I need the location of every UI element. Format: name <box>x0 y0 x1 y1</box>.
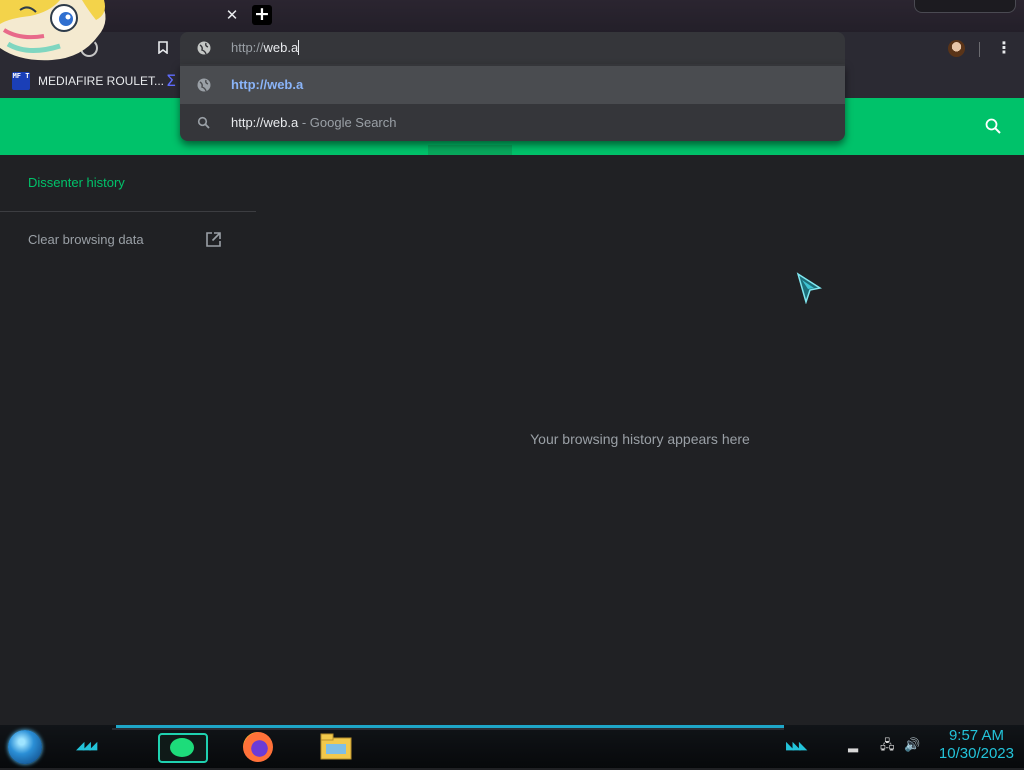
mascot-sticker-image <box>0 0 106 61</box>
profile-avatar[interactable] <box>948 40 965 57</box>
new-tab-button[interactable]: + <box>252 5 272 25</box>
suggestion-url-text: http://web.a <box>231 77 304 92</box>
tab-close-icon[interactable]: ✕ <box>224 6 240 24</box>
chevron-decoration-icon: ◢◢◢ <box>76 739 97 752</box>
menu-icon[interactable]: ⋮ <box>996 40 1012 56</box>
clock-time: 9:57 AM <box>948 727 1004 744</box>
suggestion-search-text: http://web.a - Google Search <box>231 115 397 130</box>
taskbar-app-area <box>112 728 784 770</box>
show-desktop-icon[interactable]: ▂ <box>848 738 864 754</box>
address-bar[interactable]: http://web.a <box>180 32 845 64</box>
bookmark-icon[interactable] <box>158 41 168 54</box>
clear-browsing-data-link[interactable]: Clear browsing data <box>28 232 144 247</box>
mediafire-roulette-favicon: MF T <box>12 72 30 90</box>
sigma-bookmark-icon[interactable]: Σ <box>166 72 176 90</box>
network-icon[interactable]: 🖧 <box>880 738 896 754</box>
messages-app-icon[interactable] <box>158 733 208 763</box>
window-frame-decoration <box>914 0 1016 13</box>
external-link-icon[interactable] <box>205 231 222 248</box>
globe-icon <box>197 78 211 92</box>
empty-history-message: Your browsing history appears here <box>530 431 750 447</box>
taskbar: ◢◢◢ ◣◣◣ ▂ 🖧 🔊 9:57 AM 10/30/2023 <box>0 725 1024 768</box>
mouse-cursor-icon <box>796 272 822 304</box>
chat-bubble-icon <box>170 738 194 757</box>
chevron-decoration-icon: ◣◣◣ <box>786 739 807 752</box>
address-typed-text: web.a <box>263 40 299 55</box>
sidebar-divider <box>0 211 256 212</box>
bookmark-label: MEDIAFIRE ROULET... <box>38 74 165 88</box>
omnibox-suggestions: http://web.a http://web.a - Google Searc… <box>180 64 845 141</box>
firefox-icon[interactable] <box>243 732 273 762</box>
clock-date: 10/30/2023 <box>938 745 1014 762</box>
header-tab-indicator <box>428 145 512 155</box>
address-scheme: http:// <box>231 40 264 55</box>
suggestion-suffix: - Google Search <box>298 115 397 130</box>
search-icon <box>197 116 210 129</box>
system-clock[interactable]: 9:57 AM 10/30/2023 <box>939 727 1014 763</box>
volume-icon[interactable]: 🔊 <box>904 738 920 754</box>
text-caret <box>298 40 300 55</box>
suggestion-url[interactable]: http://web.a <box>180 66 845 104</box>
start-button[interactable] <box>8 730 42 764</box>
globe-icon <box>197 41 211 55</box>
toolbar-divider <box>979 42 980 57</box>
address-input[interactable]: http://web.a <box>231 40 300 55</box>
tab-strip: ✕ + <box>0 0 1024 32</box>
suggestion-query: http://web.a <box>231 115 299 130</box>
suggestion-search[interactable]: http://web.a - Google Search <box>180 104 845 142</box>
bookmark-mediafire-roulette[interactable]: MF T MEDIAFIRE ROULET... <box>12 71 164 91</box>
file-explorer-icon[interactable] <box>320 732 352 760</box>
history-sidebar: Dissenter history Clear browsing data <box>0 155 256 725</box>
search-icon[interactable] <box>985 118 1001 134</box>
sidebar-item-history[interactable]: Dissenter history <box>28 175 125 190</box>
